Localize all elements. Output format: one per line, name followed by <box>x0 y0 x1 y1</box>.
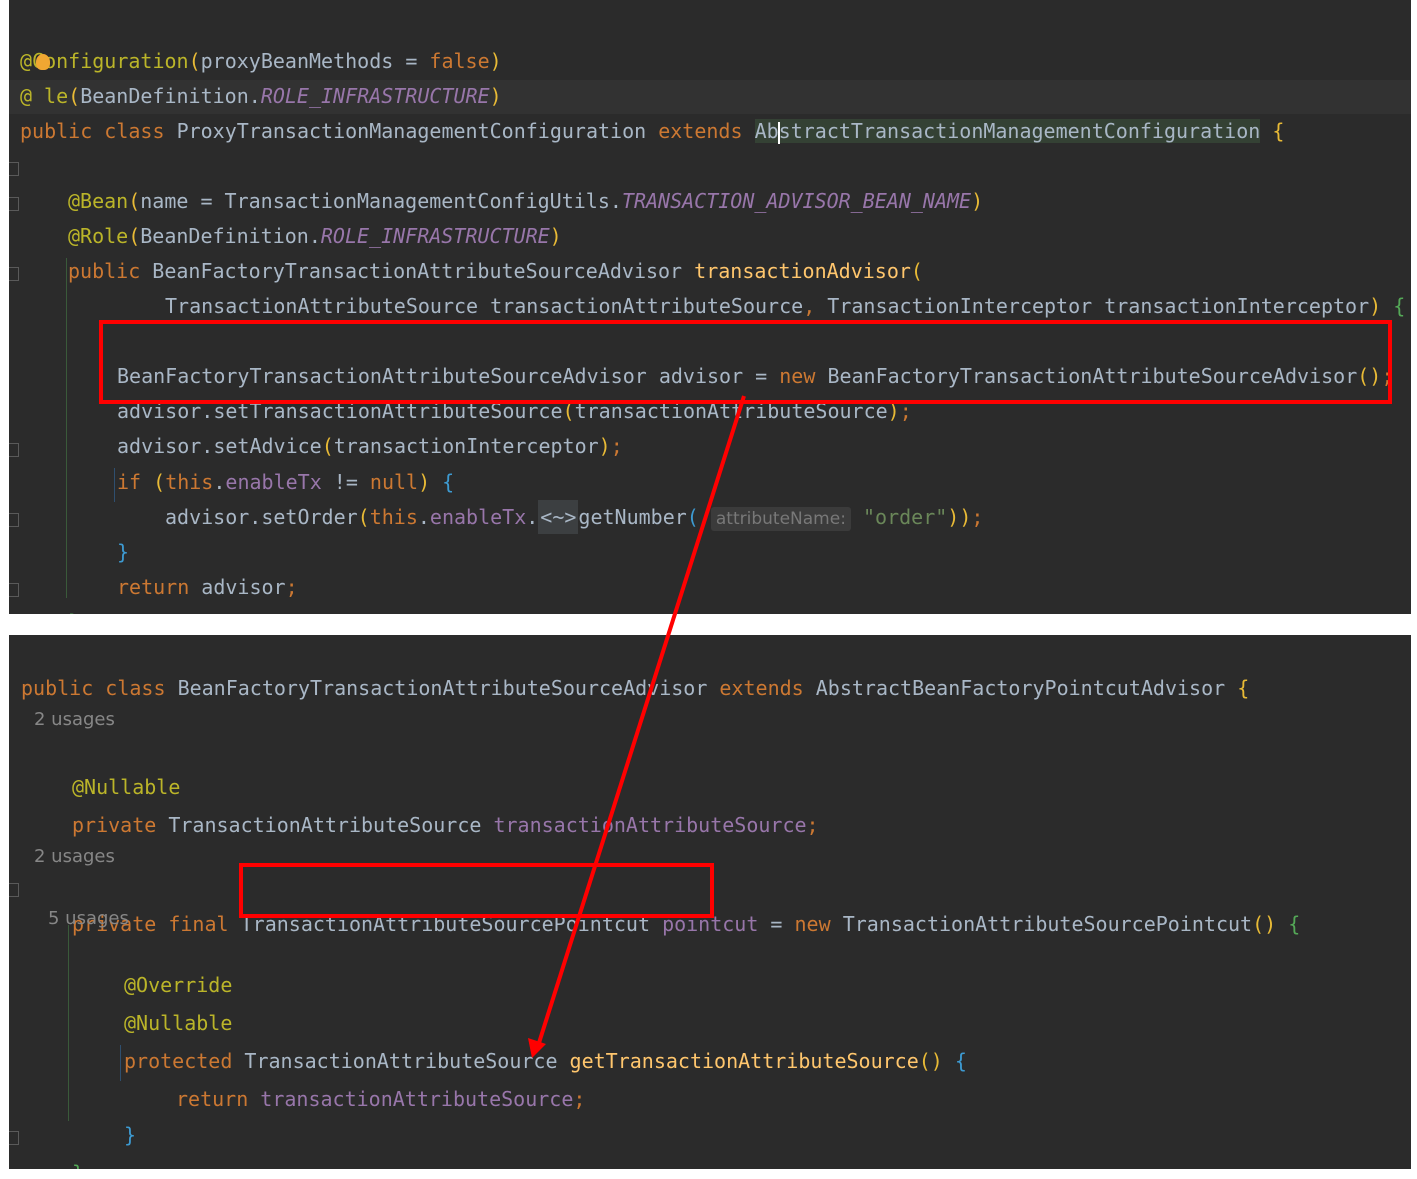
annotation-arrow <box>528 395 746 1058</box>
